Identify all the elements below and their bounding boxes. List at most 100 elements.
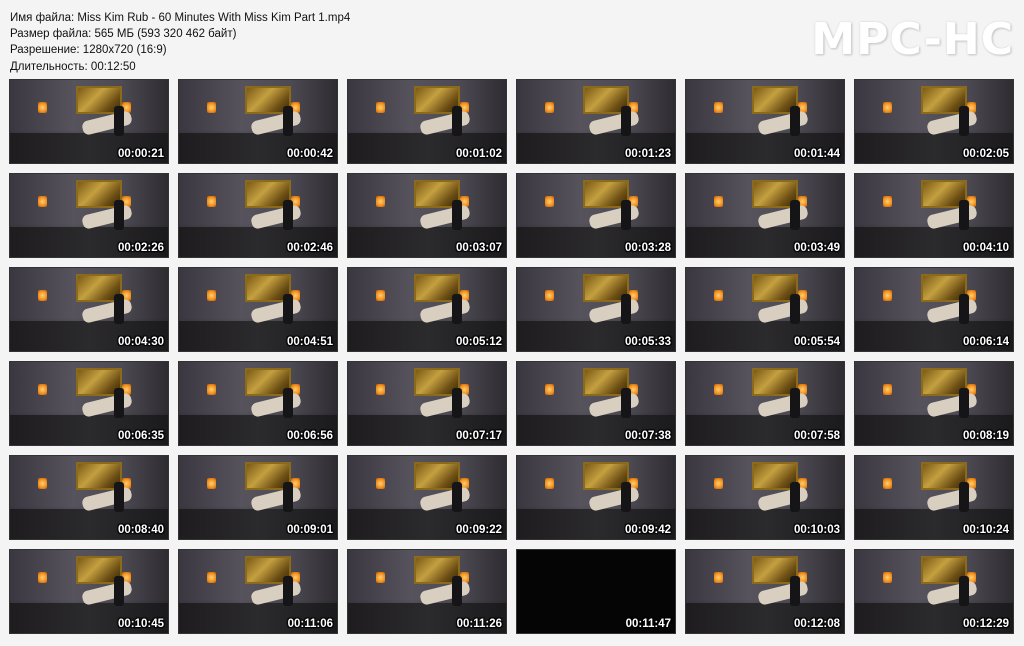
thumbnail-timestamp: 00:01:44	[793, 148, 840, 160]
wall-lamp	[714, 290, 723, 301]
thumbnail-grid: 00:00:21 00:00:42 00:01:02 00:01:23 00:01:44…	[9, 79, 1014, 634]
video-thumbnail: 00:02:46	[178, 173, 338, 258]
thumbnail-timestamp: 00:04:10	[962, 242, 1009, 254]
video-thumbnail: 00:05:12	[347, 267, 507, 352]
thumbnail-timestamp: 00:07:58	[793, 430, 840, 442]
scene-figure	[790, 200, 800, 230]
scene-figure	[452, 106, 462, 136]
video-thumbnail: 00:02:05	[854, 79, 1014, 164]
scene-figure	[452, 388, 462, 418]
thumbnail-timestamp: 00:03:28	[624, 242, 671, 254]
wall-lamp	[714, 102, 723, 113]
scene-figure	[419, 204, 471, 230]
thumbnail-timestamp: 00:01:02	[455, 148, 502, 160]
scene-figure	[419, 392, 471, 418]
video-thumbnail: 00:07:38	[516, 361, 676, 446]
scene-figure	[757, 110, 809, 136]
scene-figure	[790, 388, 800, 418]
scene-figure	[959, 576, 969, 606]
wall-lamp	[883, 102, 892, 113]
wall-lamp	[207, 102, 216, 113]
video-thumbnail: 00:12:29	[854, 549, 1014, 634]
video-thumbnail: 00:10:45	[9, 549, 169, 634]
thumbnail-timestamp: 00:06:56	[286, 430, 333, 442]
thumbnail-timestamp: 00:07:17	[455, 430, 502, 442]
scene-figure	[114, 294, 124, 324]
wall-lamp	[714, 478, 723, 489]
thumbnail-timestamp: 00:08:40	[117, 524, 164, 536]
scene-figure	[419, 298, 471, 324]
scene-figure	[959, 294, 969, 324]
wall-lamp	[207, 478, 216, 489]
scene-figure	[250, 486, 302, 512]
wall-lamp	[376, 290, 385, 301]
thumbnail-timestamp: 00:02:46	[286, 242, 333, 254]
wall-lamp	[714, 196, 723, 207]
thumbnail-timestamp: 00:05:33	[624, 336, 671, 348]
scene-figure	[959, 388, 969, 418]
scene-figure	[588, 204, 640, 230]
scene-figure	[926, 204, 978, 230]
scene-figure	[419, 580, 471, 606]
scene-figure	[81, 298, 133, 324]
thumbnail-timestamp: 00:09:22	[455, 524, 502, 536]
scene-figure	[926, 110, 978, 136]
video-thumbnail: 00:10:03	[685, 455, 845, 540]
scene-figure	[588, 110, 640, 136]
video-thumbnail: 00:00:21	[9, 79, 169, 164]
scene-figure	[81, 110, 133, 136]
resolution-text: Разрешение: 1280x720 (16:9)	[10, 44, 167, 57]
scene-figure	[250, 298, 302, 324]
scene-figure	[283, 106, 293, 136]
scene-figure	[81, 580, 133, 606]
thumbnail-timestamp: 00:06:35	[117, 430, 164, 442]
wall-lamp	[38, 478, 47, 489]
video-thumbnail: 00:09:01	[178, 455, 338, 540]
wall-lamp	[376, 196, 385, 207]
file-name-text: Имя файла: Miss Kim Rub - 60 Minutes Wit…	[10, 12, 351, 24]
wall-lamp	[38, 196, 47, 207]
thumbnail-timestamp: 00:11:47	[625, 618, 671, 630]
scene-figure	[250, 204, 302, 230]
duration-text: Длительность: 00:12:50	[10, 60, 136, 73]
scene-figure	[959, 200, 969, 230]
thumbnail-timestamp: 00:00:42	[286, 148, 333, 160]
thumbnail-timestamp: 00:05:54	[793, 336, 840, 348]
wall-lamp	[207, 384, 216, 395]
scene-figure	[283, 294, 293, 324]
thumbnail-timestamp: 00:11:26	[456, 618, 502, 630]
video-thumbnail: 00:06:35	[9, 361, 169, 446]
wall-lamp	[376, 478, 385, 489]
thumbnail-timestamp: 00:10:03	[793, 524, 840, 536]
scene-figure	[283, 576, 293, 606]
scene-figure	[81, 204, 133, 230]
scene-figure	[621, 388, 631, 418]
scene-figure	[250, 580, 302, 606]
scene-figure	[588, 298, 640, 324]
thumbnail-timestamp: 00:12:08	[793, 618, 840, 630]
scene-figure	[452, 482, 462, 512]
thumbnail-timestamp: 00:10:24	[962, 524, 1009, 536]
video-thumbnail: 00:08:19	[854, 361, 1014, 446]
wall-lamp	[545, 478, 554, 489]
scene-figure	[81, 392, 133, 418]
video-thumbnail: 00:06:56	[178, 361, 338, 446]
scene-figure	[114, 482, 124, 512]
scene-figure	[757, 392, 809, 418]
thumbnail-timestamp: 00:07:38	[624, 430, 671, 442]
wall-lamp	[207, 572, 216, 583]
wall-lamp	[207, 196, 216, 207]
scene-figure	[621, 294, 631, 324]
wall-lamp	[207, 290, 216, 301]
scene-figure	[621, 482, 631, 512]
video-thumbnail: 00:00:42	[178, 79, 338, 164]
scene-figure	[588, 486, 640, 512]
scene-figure	[959, 106, 969, 136]
scene-figure	[621, 106, 631, 136]
scene-figure	[283, 200, 293, 230]
thumbnail-timestamp: 00:08:19	[962, 430, 1009, 442]
scene-figure	[790, 482, 800, 512]
scene-figure	[114, 388, 124, 418]
scene-figure	[959, 482, 969, 512]
scene-figure	[81, 486, 133, 512]
